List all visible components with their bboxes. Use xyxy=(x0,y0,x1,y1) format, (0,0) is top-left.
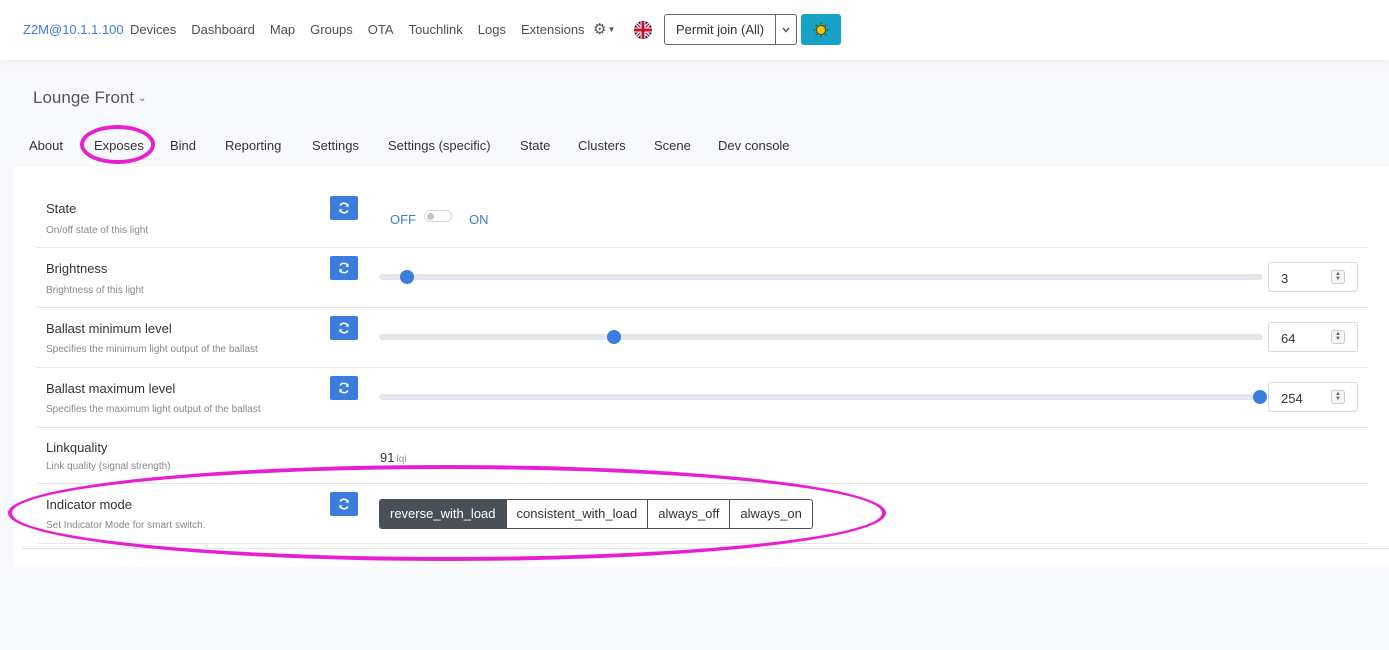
spinner-icon[interactable]: ▲ ▼ xyxy=(1331,330,1345,344)
expose-row-state: State On/off state of this light OFF ON xyxy=(36,187,1368,248)
refresh-button[interactable] xyxy=(330,376,358,400)
nav-item-groups[interactable]: Groups xyxy=(310,22,353,37)
tab-scene[interactable]: Scene xyxy=(654,138,691,153)
expose-description: Set Indicator Mode for smart switch. xyxy=(46,520,206,531)
chevron-down-icon: ▼ xyxy=(607,25,616,35)
option-always-on[interactable]: always_on xyxy=(730,499,813,529)
divider xyxy=(22,548,1389,549)
option-consistent-with-load[interactable]: consistent_with_load xyxy=(506,499,649,529)
refresh-button[interactable] xyxy=(330,492,358,516)
linkquality-value: 91 lqi xyxy=(380,450,406,465)
refresh-icon xyxy=(339,202,349,214)
expose-row-ballast-max: Ballast maximum level Specifies the maxi… xyxy=(36,368,1368,428)
tab-exposes[interactable]: Exposes xyxy=(94,138,144,153)
ballast-min-slider[interactable] xyxy=(379,330,1263,344)
brand-link[interactable]: Z2M@10.1.1.100 xyxy=(23,22,124,37)
expose-description: Brightness of this light xyxy=(46,285,144,296)
nav-item-dashboard[interactable]: Dashboard xyxy=(191,22,255,37)
expose-label: Ballast maximum level xyxy=(46,381,176,396)
gear-icon: ⚙ xyxy=(593,21,607,38)
expose-label: Indicator mode xyxy=(46,497,132,512)
ballast-min-input[interactable]: 64 ▲ ▼ xyxy=(1268,322,1358,352)
sun-icon xyxy=(813,22,829,37)
device-name-dropdown[interactable]: Lounge Front ⌄ xyxy=(33,88,147,108)
uk-flag-icon[interactable] xyxy=(634,21,652,39)
refresh-button[interactable] xyxy=(330,256,358,280)
theme-toggle-button[interactable] xyxy=(801,14,841,45)
expose-description: Link quality (signal strength) xyxy=(46,461,171,472)
expose-description: Specifies the maximum light output of th… xyxy=(46,404,261,415)
ballast-max-input[interactable]: 254 ▲ ▼ xyxy=(1268,382,1358,412)
state-off-label[interactable]: OFF xyxy=(390,212,416,227)
refresh-button[interactable] xyxy=(330,196,358,220)
expose-row-linkquality: Linkquality Link quality (signal strengt… xyxy=(36,428,1368,484)
tab-clusters[interactable]: Clusters xyxy=(578,138,626,153)
nav-item-devices[interactable]: Devices xyxy=(130,22,176,37)
slider-thumb[interactable] xyxy=(400,270,415,284)
expose-description: On/off state of this light xyxy=(46,225,149,236)
settings-dropdown[interactable]: ⚙▼ xyxy=(593,22,615,38)
state-on-label[interactable]: ON xyxy=(469,212,489,227)
tab-reporting[interactable]: Reporting xyxy=(225,138,281,153)
expose-row-brightness: Brightness Brightness of this light 3 ▲ ▼ xyxy=(36,248,1368,308)
exposes-card: State On/off state of this light OFF ON … xyxy=(14,167,1389,567)
lqi-number: 91 xyxy=(380,450,395,465)
toggle-knob xyxy=(427,213,434,220)
brightness-slider[interactable] xyxy=(379,270,1263,284)
lqi-unit: lqi xyxy=(396,454,407,465)
nav-item-logs[interactable]: Logs xyxy=(478,22,506,37)
brightness-input[interactable]: 3 ▲ ▼ xyxy=(1268,262,1358,292)
nav-item-extensions[interactable]: Extensions xyxy=(521,22,585,37)
tab-state[interactable]: State xyxy=(520,138,550,153)
expose-row-indicator-mode: Indicator mode Set Indicator Mode for sm… xyxy=(36,484,1368,544)
expose-label: Linkquality xyxy=(46,440,108,455)
tab-settings-specific[interactable]: Settings (specific) xyxy=(388,138,491,153)
refresh-icon xyxy=(339,262,349,274)
slider-thumb[interactable] xyxy=(607,330,622,344)
tab-bind[interactable]: Bind xyxy=(170,138,196,153)
refresh-icon xyxy=(339,498,349,510)
top-navbar: Z2M@10.1.1.100 Devices Dashboard Map Gro… xyxy=(0,0,1389,60)
ballast-max-slider[interactable] xyxy=(379,390,1267,404)
tab-settings[interactable]: Settings xyxy=(312,138,359,153)
refresh-icon xyxy=(339,322,349,334)
permit-join-group: Permit join (All) xyxy=(664,14,798,45)
spinner-icon[interactable]: ▲ ▼ xyxy=(1331,390,1345,404)
option-always-off[interactable]: always_off xyxy=(648,499,731,529)
device-name: Lounge Front xyxy=(33,88,135,107)
nav-menu: Devices Dashboard Map Groups OTA Touchli… xyxy=(130,22,600,37)
expose-label: Brightness xyxy=(46,261,108,276)
slider-thumb[interactable] xyxy=(1253,390,1267,404)
expose-row-ballast-min: Ballast minimum level Specifies the mini… xyxy=(36,308,1368,368)
spinner-icon[interactable]: ▲ ▼ xyxy=(1331,270,1345,284)
expose-label: Ballast minimum level xyxy=(46,321,172,336)
input-value: 3 xyxy=(1281,271,1289,286)
input-value: 254 xyxy=(1281,391,1303,406)
chevron-down-icon xyxy=(782,27,790,33)
indicator-mode-options: reverse_with_load consistent_with_load a… xyxy=(379,499,813,529)
tab-about[interactable]: About xyxy=(29,138,63,153)
state-toggle-switch[interactable] xyxy=(424,210,452,222)
tab-dev-console[interactable]: Dev console xyxy=(718,138,790,153)
refresh-button[interactable] xyxy=(330,316,358,340)
nav-item-ota[interactable]: OTA xyxy=(368,22,394,37)
expose-label: State xyxy=(46,201,77,216)
permit-join-dropdown[interactable] xyxy=(776,14,798,45)
permit-join-button[interactable]: Permit join (All) xyxy=(664,14,777,45)
expose-description: Specifies the minimum light output of th… xyxy=(46,344,258,355)
refresh-icon xyxy=(339,382,349,394)
input-value: 64 xyxy=(1281,331,1296,346)
nav-item-map[interactable]: Map xyxy=(270,22,295,37)
option-reverse-with-load[interactable]: reverse_with_load xyxy=(379,499,507,529)
chevron-down-icon: ⌄ xyxy=(138,93,147,105)
nav-item-touchlink[interactable]: Touchlink xyxy=(409,22,463,37)
